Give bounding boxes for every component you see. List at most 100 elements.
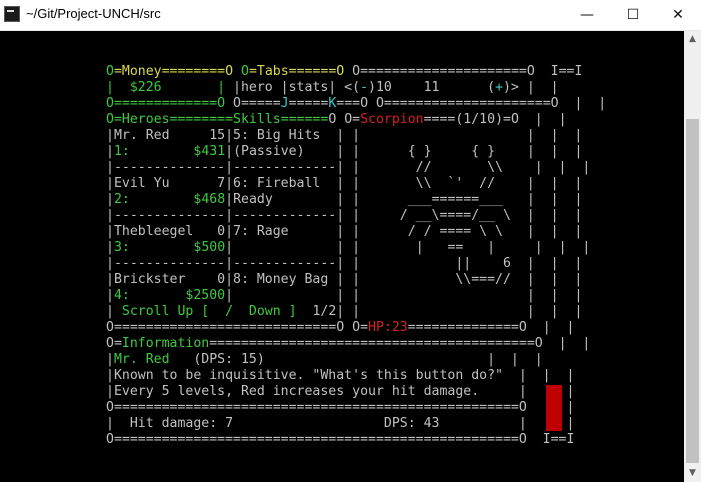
terminal-line: |3: $500| | | | == | | | | (106, 240, 606, 256)
game-screen[interactable]: O=Money========O O=Tabs======O O========… (106, 64, 606, 448)
terminal-line: O=======================================… (106, 400, 606, 416)
terminal-line: |Evil Yu 7|6: Fireball | | \\ `' // | | … (106, 176, 606, 192)
close-button[interactable]: ✕ (655, 0, 701, 30)
terminal-text: $468 (193, 192, 226, 207)
title-bar: ~/Git/Project-UNCH/src — ☐ ✕ (0, 0, 701, 31)
terminal-text: Mr. Red (113, 352, 170, 367)
terminal-line: |--------------|-------------| | || 6 | … (106, 256, 606, 272)
terminal-text: O============================O O= (106, 320, 369, 335)
terminal-text: |hero |stats| <( (225, 80, 361, 95)
window-title: ~/Git/Project-UNCH/src (26, 6, 161, 21)
terminal-text: |--------------|-------------| | / __\==… (106, 208, 583, 223)
terminal-text: O= (106, 336, 122, 351)
terminal-text: | (106, 352, 114, 367)
terminal-text: | (106, 240, 114, 255)
terminal-text: ==============O | | (407, 320, 575, 335)
terminal-text: | (106, 288, 114, 303)
terminal-text: J (280, 96, 289, 111)
terminal-text: |Mr. Red 15|5: Big Hits | | | | | (106, 128, 583, 143)
terminal-text: |Evil Yu 7|6: Fireball | | \\ `' // | | … (106, 176, 583, 191)
terminal-line: O=Money========O O=Tabs======O O========… (106, 64, 606, 80)
terminal-text: | (106, 144, 114, 159)
terminal-line: | Hit damage: 7 DPS: 43 | | | (106, 416, 606, 432)
terminal-text: 1: (113, 144, 130, 159)
terminal-text: 2: (113, 192, 130, 207)
terminal-text: =Money========O (113, 64, 234, 79)
terminal-line: |--------------|-------------| | / __\==… (106, 208, 606, 224)
terminal-text: (DPS: 15) | | | (169, 352, 543, 367)
scroll-up-arrow-icon[interactable]: ▲ (684, 31, 701, 48)
terminal-text: | | | | == | | | | (225, 240, 591, 255)
terminal-text: ===== (288, 96, 329, 111)
terminal-text: O O= (328, 112, 361, 127)
terminal-line: O============================O O=HP:23==… (106, 320, 606, 336)
terminal-text: Information (121, 336, 210, 351)
terminal-text: O (106, 64, 114, 79)
terminal-text: |Ready | | ___======___ | | | (225, 192, 583, 207)
terminal-line: O=============O O=====J=====K===O O=====… (106, 96, 606, 112)
terminal-text: O===== (225, 96, 281, 111)
terminal-line: |Known to be inquisitive. "What's this b… (106, 368, 606, 384)
terminal-text: HP:23 (368, 320, 408, 335)
terminal-text: | $226 | (106, 80, 226, 95)
terminal-line: |--------------|-------------| | // \\ |… (106, 160, 606, 176)
terminal-text: | Hit damage: 7 DPS: 43 | | | (106, 416, 575, 431)
terminal-text: | | | | | | (225, 288, 583, 303)
terminal-text: O=Heroes========Skills====== (106, 112, 329, 127)
terminal-text: Scroll Up [ / Down ] (121, 304, 297, 319)
terminal-text: |Every 5 levels, Red increases your hit … (106, 384, 575, 399)
terminal-text: )10 11 ( (368, 80, 496, 95)
terminal-text: O=====================O I==I (344, 64, 583, 79)
terminal-line: |Every 5 levels, Red increases your hit … (106, 384, 606, 400)
terminal-text: |Known to be inquisitive. "What's this b… (106, 368, 575, 383)
terminal-text: O=============O (106, 96, 226, 111)
terminal-line: |2: $468|Ready | | ___======___ | | | (106, 192, 606, 208)
terminal-text: O=======================================… (106, 400, 575, 415)
terminal-text: ====(1/10)=O | | (423, 112, 567, 127)
scroll-down-arrow-icon[interactable]: ▼ (684, 465, 701, 482)
terminal-line: O=Information===========================… (106, 336, 606, 352)
terminal-text: |--------------|-------------| | || 6 | … (106, 256, 583, 271)
terminal-text: + (495, 80, 504, 95)
terminal-text: O (241, 64, 249, 79)
terminal-text: 3: (113, 240, 130, 255)
terminal-text: |(Passive) | | { } { } | | | (225, 144, 583, 159)
terminal-line: |4: $2500| | | | | | (106, 288, 606, 304)
terminal-icon (4, 6, 20, 22)
terminal-text: $431 (193, 144, 226, 159)
terminal-text: |Thebleegel 0|7: Rage | | / / ==== \ \ |… (106, 224, 583, 239)
terminal-text: 1/2| | | | | (296, 304, 583, 319)
terminal-line: | $226 | |hero |stats| <(-)10 11 (+)> | … (106, 80, 606, 96)
terminal-text: 4: (113, 288, 130, 303)
terminal-text: $2500 (185, 288, 226, 303)
terminal-line: |Mr. Red 15|5: Big Hits | | | | | (106, 128, 606, 144)
terminal-line: | Scroll Up [ / Down ] 1/2| | | | | (106, 304, 606, 320)
terminal-text: ===O O=====================O | | (336, 96, 607, 111)
terminal-text: |--------------|-------------| | // \\ |… (106, 160, 591, 175)
minimize-button[interactable]: — (564, 0, 610, 30)
terminal-text: | (106, 304, 122, 319)
terminal-text: - (360, 80, 369, 95)
terminal-line: |1: $431|(Passive) | | { } { } | | | (106, 144, 606, 160)
terminal-text: Scorpion (360, 112, 424, 127)
terminal-line: |Mr. Red (DPS: 15) | | | (106, 352, 606, 368)
terminal-line: O=======================================… (106, 432, 606, 448)
hp-bar (546, 385, 562, 431)
terminal-text: )> | | (503, 80, 559, 95)
terminal-text: $500 (193, 240, 226, 255)
terminal-line: |Thebleegel 0|7: Rage | | / / ==== \ \ |… (106, 224, 606, 240)
terminal-text: =Tabs======O (248, 64, 345, 79)
maximize-button[interactable]: ☐ (610, 0, 656, 30)
terminal-text: | (106, 192, 114, 207)
terminal-text: ========================================… (209, 336, 591, 351)
terminal-text: |Brickster 0|8: Money Bag | | \\===// | … (106, 272, 583, 287)
terminal-text: O=======================================… (106, 432, 575, 447)
terminal-line: |Brickster 0|8: Money Bag | | \\===// | … (106, 272, 606, 288)
scroll-thumb[interactable] (686, 119, 699, 463)
vertical-scrollbar[interactable]: ▲ ▼ (684, 31, 701, 482)
